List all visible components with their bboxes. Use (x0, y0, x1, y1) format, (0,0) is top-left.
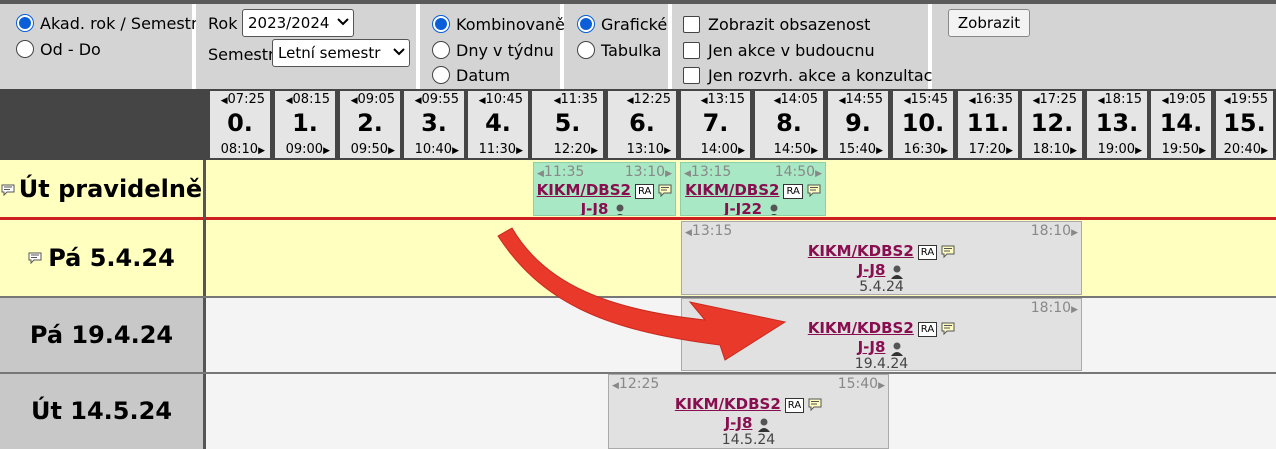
timetable-screen: Akad. rok / Semestr Od - Do Rok 2023/202… (0, 0, 1276, 449)
red-arrow-annotation (497, 227, 787, 361)
